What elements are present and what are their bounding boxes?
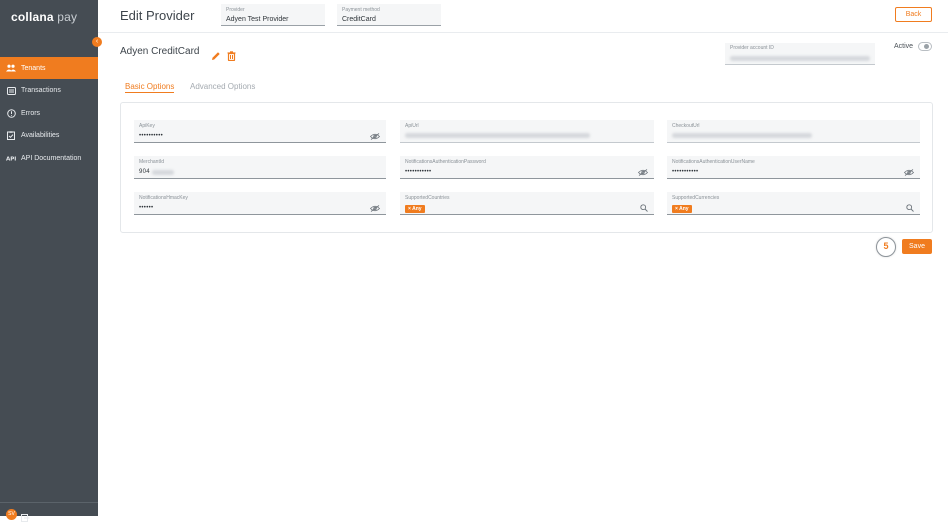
svg-text:API: API [6,157,16,162]
save-button[interactable]: Save [902,239,932,254]
tab-basic-options[interactable]: Basic Options [125,82,175,93]
field-label: SupportedCountries [405,195,450,201]
logout-icon[interactable] [21,509,30,527]
payment-method-value: CreditCard [342,16,376,23]
provider-account-id-label: Provider account ID [730,45,774,51]
provider-account-id-field[interactable]: Provider account ID [725,43,875,65]
provider-field: Provider Adyen Test Provider [221,4,325,26]
field-label: MerchantId [139,159,165,165]
logo-primary: collana [11,10,54,24]
search-icon[interactable] [640,199,648,217]
payment-method-field: Payment method CreditCard [337,4,441,26]
sidebar-item-api-documentation[interactable]: API API Documentation [0,147,98,169]
sidebar-divider [0,502,98,503]
field-label: NotificationsHmacKey [139,195,188,201]
transactions-icon [6,86,16,96]
field-value: ••••••••••• [672,169,699,175]
field-label: ApiKey [139,123,155,129]
tab-advanced-options[interactable]: Advanced Options [190,82,255,91]
sidebar-item-tenants[interactable]: Tenants [0,57,98,79]
field-label: NotificationsAuthenticationPassword [405,159,486,165]
collapse-sidebar-button[interactable]: ‹ [92,37,102,47]
provider-field-value: Adyen Test Provider [226,16,289,23]
app-logo[interactable]: collana pay [11,10,77,24]
notifications-hmac-key-field[interactable]: NotificationsHmacKey •••••• [134,192,386,215]
page-title: Edit Provider [120,8,195,23]
basic-options-card: ApiKey •••••••••• ApiUrl CheckoutUrl Mer… [120,102,933,233]
field-value: ••••••••••• [405,169,432,175]
supported-countries-field[interactable]: SupportedCountries × Any [400,192,654,215]
step-badge: 5 [876,237,896,257]
payment-method-label: Payment method [342,7,380,13]
trash-icon[interactable] [227,48,236,66]
sidebar-item-label: API Documentation [21,154,82,162]
redacted-value [730,56,870,61]
field-label: CheckoutUrl [672,123,700,129]
api-key-field[interactable]: ApiKey •••••••••• [134,120,386,143]
logo-secondary: pay [57,10,78,24]
notifications-auth-username-field[interactable]: NotificationsAuthenticationUserName ••••… [667,156,920,179]
sidebar-item-label: Tenants [21,64,46,72]
active-label: Active [894,43,914,50]
api-url-field[interactable]: ApiUrl [400,120,654,143]
redacted-value [405,133,590,138]
notifications-auth-password-field[interactable]: NotificationsAuthenticationPassword ••••… [400,156,654,179]
merchant-id-field[interactable]: MerchantId 904 [134,156,386,179]
active-toggle[interactable] [918,42,932,51]
search-icon[interactable] [906,199,914,217]
sidebar: collana pay Tenants Transactions Errors [0,0,98,522]
field-value: •••••• [139,205,154,211]
back-button[interactable]: Back [895,7,932,22]
error-icon [6,108,16,118]
any-chip[interactable]: × Any [672,205,692,213]
sidebar-item-errors[interactable]: Errors [0,102,98,124]
field-value: •••••••••• [139,133,164,139]
provider-field-label: Provider [226,7,245,13]
eye-off-icon[interactable] [369,127,381,145]
provider-name: Adyen CreditCard [120,46,200,57]
redacted-value [152,170,174,175]
checkout-url-field[interactable]: CheckoutUrl [667,120,920,143]
page-header: Edit Provider Provider Adyen Test Provid… [98,0,948,33]
toggle-knob [924,44,929,49]
field-label: SupportedCurrencies [672,195,720,201]
sidebar-item-availabilities[interactable]: Availabilities [0,125,98,147]
sidebar-nav: Tenants Transactions Errors Availabiliti… [0,57,98,170]
eye-off-icon[interactable] [369,199,381,217]
field-value: 904 [139,169,150,175]
sidebar-item-label: Transactions [21,87,61,95]
field-label: NotificationsAuthenticationUserName [672,159,755,165]
eye-off-icon[interactable] [637,163,649,181]
sidebar-item-transactions[interactable]: Transactions [0,80,98,102]
sidebar-item-label: Errors [21,109,41,117]
clipboard-icon [6,131,16,141]
sidebar-item-label: Availabilities [21,132,60,140]
eye-off-icon[interactable] [903,163,915,181]
users-icon [6,63,16,73]
api-icon: API [6,153,16,163]
any-chip[interactable]: × Any [405,205,425,213]
redacted-value [672,133,812,138]
supported-currencies-field[interactable]: SupportedCurrencies × Any [667,192,920,215]
avatar[interactable]: SV [6,509,17,520]
field-label: ApiUrl [405,123,419,129]
edit-icon[interactable] [211,48,221,66]
